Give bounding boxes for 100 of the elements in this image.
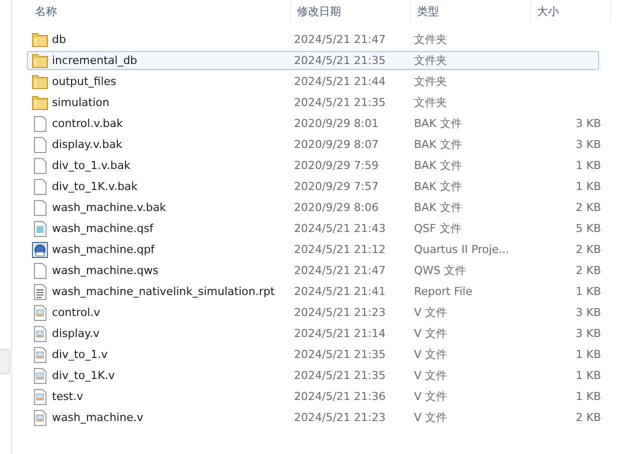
file-type: BAK 文件: [413, 179, 463, 194]
file-size: 1 KB: [574, 369, 601, 382]
column-header[interactable]: 类型: [411, 0, 531, 22]
file-name: wash_machine_nativelink_simulation.rpt: [52, 285, 276, 298]
file-name: control.v: [52, 306, 102, 319]
file-type: Quartus II Proje...: [413, 243, 510, 256]
file-name: test.v: [52, 390, 84, 403]
folder-icon: [32, 95, 48, 110]
source-file-icon: [33, 410, 47, 426]
column-header[interactable]: 修改日期: [291, 0, 411, 22]
file-row[interactable]: wash_machine.v.bak 2020/9/29 8:06 BAK 文件 2 KB: [27, 198, 599, 217]
modified-date: 2024/5/21 21:35: [293, 348, 387, 361]
file-type: QSF 文件: [413, 221, 462, 236]
folder-icon: [32, 74, 48, 89]
file-row[interactable]: control.v 2024/5/21 21:23 V 文件 3 KB: [27, 303, 599, 322]
modified-date: 2024/5/21 21:35: [293, 96, 387, 109]
file-size: 1 KB: [574, 180, 601, 193]
modified-date: 2024/5/21 21:44: [293, 75, 387, 88]
file-row[interactable]: control.v.bak 2020/9/29 8:01 BAK 文件 3 KB: [27, 114, 599, 133]
file-size: 2 KB: [574, 201, 601, 214]
column-header[interactable]: 大小: [531, 0, 611, 22]
modified-date: 2024/5/21 21:12: [293, 243, 387, 256]
text-file-icon: [33, 284, 47, 300]
file-type: BAK 文件: [413, 200, 463, 215]
file-type: 文件夹: [413, 74, 448, 89]
file-row[interactable]: wash_machine.qws 2024/5/21 21:47 QWS 文件 2 KB: [27, 261, 599, 280]
file-size: 5 KB: [574, 222, 601, 235]
file-row[interactable]: div_to_1.v.bak 2020/9/29 7:59 BAK 文件 1 KB: [27, 156, 599, 175]
file-row[interactable]: wash_machine_nativelink_simulation.rpt 2024/5/21 21:41 Report File 1 KB: [27, 282, 599, 301]
file-type: BAK 文件: [413, 116, 463, 131]
file-row[interactable]: display.v 2024/5/21 21:14 V 文件 3 KB: [27, 324, 599, 343]
file-icon: [33, 116, 47, 132]
file-row[interactable]: simulation 2024/5/21 21:35 文件夹: [27, 93, 599, 112]
folder-icon: [32, 53, 48, 68]
modified-date: 2024/5/21 21:47: [293, 264, 387, 277]
file-size: 1 KB: [574, 159, 601, 172]
modified-date: 2024/5/21 21:35: [293, 369, 387, 382]
file-name: simulation: [52, 96, 110, 109]
modified-date: 2024/5/21 21:47: [293, 33, 387, 46]
modified-date: 2024/5/21 21:35: [293, 54, 387, 67]
file-row[interactable]: div_to_1.v 2024/5/21 21:35 V 文件 1 KB: [27, 345, 599, 364]
file-row[interactable]: output_files 2024/5/21 21:44 文件夹: [27, 72, 599, 91]
file-name: db: [52, 33, 67, 46]
file-name: div_to_1K.v.bak: [52, 180, 139, 193]
source-file-icon: [33, 304, 47, 320]
file-type: V 文件: [413, 347, 448, 362]
modified-date: 2024/5/21 21:23: [293, 306, 387, 319]
file-row[interactable]: wash_machine.qpf 2024/5/21 21:12 Quartus II Proje... 2 KB: [27, 240, 599, 259]
file-size: 3 KB: [574, 306, 601, 319]
file-size: 2 KB: [574, 243, 601, 256]
file-row[interactable]: wash_machine.qsf 2024/5/21 21:43 QSF 文件 5 KB: [27, 219, 599, 238]
file-name: output_files: [52, 75, 118, 88]
file-size: 3 KB: [574, 138, 601, 151]
file-size: 1 KB: [574, 285, 601, 298]
source-file-icon: [33, 346, 47, 362]
file-row[interactable]: display.v.bak 2020/9/29 8:07 BAK 文件 3 KB: [27, 135, 599, 154]
file-row[interactable]: db 2024/5/21 21:47 文件夹: [27, 30, 599, 49]
file-row[interactable]: test.v 2024/5/21 21:36 V 文件 1 KB: [27, 387, 599, 406]
file-icon: [33, 262, 47, 278]
file-name: incremental_db: [52, 54, 138, 67]
file-name: div_to_1K.v: [52, 369, 116, 382]
file-icon: [33, 136, 47, 152]
file-size: 3 KB: [574, 327, 601, 340]
modified-date: 2024/5/21 21:43: [293, 222, 387, 235]
file-row[interactable]: incremental_db 2024/5/21 21:35 文件夹: [27, 51, 599, 70]
file-icon: [33, 200, 47, 216]
file-type: BAK 文件: [413, 158, 463, 173]
file-type: 文件夹: [413, 95, 448, 110]
file-name: wash_machine.qws: [52, 264, 160, 277]
file-type: V 文件: [413, 389, 448, 404]
file-name: wash_machine.v.bak: [52, 201, 167, 214]
project-file-icon: [32, 242, 48, 258]
file-type: V 文件: [413, 410, 448, 425]
file-row[interactable]: div_to_1K.v.bak 2020/9/29 7:57 BAK 文件 1 KB: [27, 177, 599, 196]
file-name: div_to_1.v.bak: [52, 159, 132, 172]
modified-date: 2024/5/21 21:36: [293, 390, 387, 403]
file-size: 3 KB: [574, 117, 601, 130]
file-type: Report File: [413, 285, 474, 298]
file-type: 文件夹: [413, 32, 448, 47]
modified-date: 2020/9/29 8:07: [293, 138, 380, 151]
file-name: wash_machine.v: [52, 411, 144, 424]
source-file-icon: [33, 368, 47, 384]
file-name: control.v.bak: [52, 117, 124, 130]
file-name: display.v: [52, 327, 100, 340]
pane-handle[interactable]: [0, 349, 10, 374]
file-row[interactable]: wash_machine.v 2024/5/21 21:23 V 文件 2 KB: [27, 408, 599, 427]
file-type: V 文件: [413, 326, 448, 341]
file-type: V 文件: [413, 305, 448, 320]
column-header[interactable]: 名称: [29, 0, 291, 22]
file-type: QWS 文件: [413, 263, 468, 278]
modified-date: 2020/9/29 8:01: [293, 117, 380, 130]
file-icon: [33, 158, 47, 174]
source-file-icon: [33, 326, 47, 342]
file-name: wash_machine.qpf: [52, 243, 156, 256]
file-icon: [33, 178, 47, 194]
file-row[interactable]: div_to_1K.v 2024/5/21 21:35 V 文件 1 KB: [27, 366, 599, 385]
file-size: 2 KB: [574, 264, 601, 277]
file-type: 文件夹: [413, 53, 448, 68]
modified-date: 2020/9/29 7:59: [293, 159, 380, 172]
file-size: 2 KB: [574, 411, 601, 424]
